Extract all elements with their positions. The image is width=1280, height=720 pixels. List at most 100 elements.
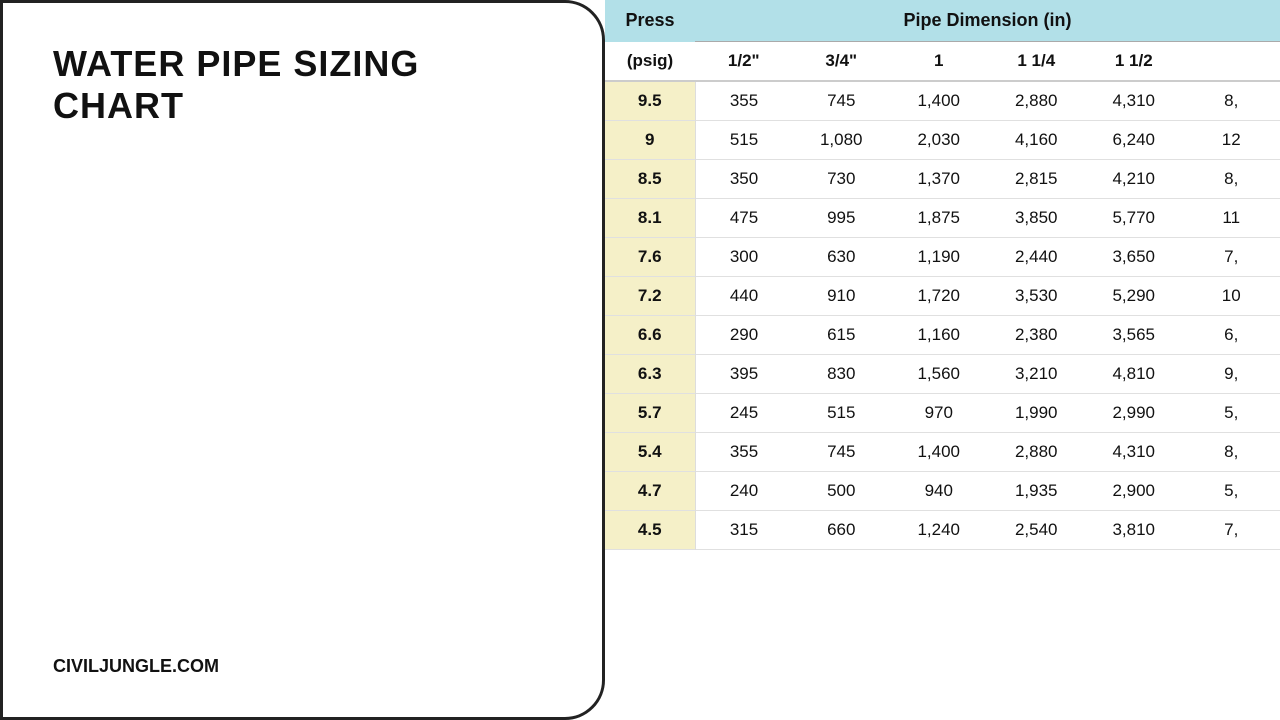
value-cell: 1,720	[890, 277, 988, 316]
value-cell: 3,210	[988, 355, 1086, 394]
table-row: 8.53507301,3702,8154,2108,	[605, 160, 1280, 199]
value-cell: 5,290	[1085, 277, 1183, 316]
press-cell: 6.6	[605, 316, 695, 355]
value-cell: 1,400	[890, 81, 988, 121]
table-body: 9.53557451,4002,8804,3108,95151,0802,030…	[605, 81, 1280, 550]
right-panel: Press Pipe Dimension (in) (psig) 1/2" 3/…	[605, 0, 1280, 720]
press-cell: 5.4	[605, 433, 695, 472]
value-cell: 1,190	[890, 238, 988, 277]
value-cell: 4,210	[1085, 160, 1183, 199]
value-cell: 6,	[1183, 316, 1280, 355]
value-cell: 5,	[1183, 394, 1280, 433]
value-cell: 2,880	[988, 81, 1086, 121]
value-cell: 355	[695, 81, 793, 121]
value-cell: 475	[695, 199, 793, 238]
value-cell: 745	[793, 433, 891, 472]
press-cell: 6.3	[605, 355, 695, 394]
value-cell: 1,400	[890, 433, 988, 472]
value-cell: 3,650	[1085, 238, 1183, 277]
value-cell: 2,990	[1085, 394, 1183, 433]
value-cell: 2,900	[1085, 472, 1183, 511]
value-cell: 7,	[1183, 238, 1280, 277]
table-row: 7.24409101,7203,5305,29010	[605, 277, 1280, 316]
chart-title: WATER PIPE SIZING CHART	[53, 43, 552, 127]
value-cell: 315	[695, 511, 793, 550]
col-3q-header: 3/4"	[793, 42, 891, 82]
value-cell: 7,	[1183, 511, 1280, 550]
value-cell: 515	[793, 394, 891, 433]
press-cell: 8.5	[605, 160, 695, 199]
col-half-header: 1/2"	[695, 42, 793, 82]
table-row: 6.62906151,1602,3803,5656,	[605, 316, 1280, 355]
value-cell: 730	[793, 160, 891, 199]
value-cell: 940	[890, 472, 988, 511]
col-extra-header	[1183, 42, 1280, 82]
value-cell: 440	[695, 277, 793, 316]
value-cell: 4,310	[1085, 81, 1183, 121]
value-cell: 2,380	[988, 316, 1086, 355]
value-cell: 5,	[1183, 472, 1280, 511]
col-1h-header: 1 1/2	[1085, 42, 1183, 82]
table-row: 9.53557451,4002,8804,3108,	[605, 81, 1280, 121]
press-cell: 9	[605, 121, 695, 160]
value-cell: 2,880	[988, 433, 1086, 472]
value-cell: 8,	[1183, 433, 1280, 472]
value-cell: 350	[695, 160, 793, 199]
value-cell: 1,160	[890, 316, 988, 355]
value-cell: 1,370	[890, 160, 988, 199]
value-cell: 12	[1183, 121, 1280, 160]
value-cell: 3,850	[988, 199, 1086, 238]
value-cell: 11	[1183, 199, 1280, 238]
value-cell: 970	[890, 394, 988, 433]
value-cell: 995	[793, 199, 891, 238]
value-cell: 615	[793, 316, 891, 355]
value-cell: 660	[793, 511, 891, 550]
press-unit-header: (psig)	[605, 42, 695, 82]
table-row: 8.14759951,8753,8505,77011	[605, 199, 1280, 238]
value-cell: 2,815	[988, 160, 1086, 199]
press-cell: 7.2	[605, 277, 695, 316]
col-1q-header: 1 1/4	[988, 42, 1086, 82]
pipe-dimension-header: Pipe Dimension (in)	[695, 0, 1280, 42]
value-cell: 395	[695, 355, 793, 394]
value-cell: 355	[695, 433, 793, 472]
value-cell: 3,810	[1085, 511, 1183, 550]
value-cell: 2,030	[890, 121, 988, 160]
value-cell: 290	[695, 316, 793, 355]
value-cell: 515	[695, 121, 793, 160]
value-cell: 9,	[1183, 355, 1280, 394]
press-cell: 8.1	[605, 199, 695, 238]
value-cell: 8,	[1183, 81, 1280, 121]
value-cell: 1,990	[988, 394, 1086, 433]
press-header: Press	[605, 0, 695, 42]
table-row: 4.53156601,2402,5403,8107,	[605, 511, 1280, 550]
value-cell: 1,875	[890, 199, 988, 238]
col-1-header: 1	[890, 42, 988, 82]
left-panel: WATER PIPE SIZING CHART CIVILJUNGLE.COM	[0, 0, 605, 720]
sub-header-row: (psig) 1/2" 3/4" 1 1 1/4 1 1/2	[605, 42, 1280, 82]
value-cell: 10	[1183, 277, 1280, 316]
press-cell: 7.6	[605, 238, 695, 277]
table-row: 5.72455159701,9902,9905,	[605, 394, 1280, 433]
value-cell: 8,	[1183, 160, 1280, 199]
table-row: 95151,0802,0304,1606,24012	[605, 121, 1280, 160]
value-cell: 300	[695, 238, 793, 277]
value-cell: 240	[695, 472, 793, 511]
value-cell: 1,935	[988, 472, 1086, 511]
value-cell: 2,440	[988, 238, 1086, 277]
pipe-sizing-table: Press Pipe Dimension (in) (psig) 1/2" 3/…	[605, 0, 1280, 550]
press-cell: 5.7	[605, 394, 695, 433]
value-cell: 630	[793, 238, 891, 277]
value-cell: 3,565	[1085, 316, 1183, 355]
press-cell: 9.5	[605, 81, 695, 121]
value-cell: 830	[793, 355, 891, 394]
value-cell: 4,810	[1085, 355, 1183, 394]
value-cell: 1,080	[793, 121, 891, 160]
table-row: 6.33958301,5603,2104,8109,	[605, 355, 1280, 394]
value-cell: 3,530	[988, 277, 1086, 316]
table-row: 4.72405009401,9352,9005,	[605, 472, 1280, 511]
table-row: 5.43557451,4002,8804,3108,	[605, 433, 1280, 472]
value-cell: 910	[793, 277, 891, 316]
press-cell: 4.7	[605, 472, 695, 511]
value-cell: 745	[793, 81, 891, 121]
